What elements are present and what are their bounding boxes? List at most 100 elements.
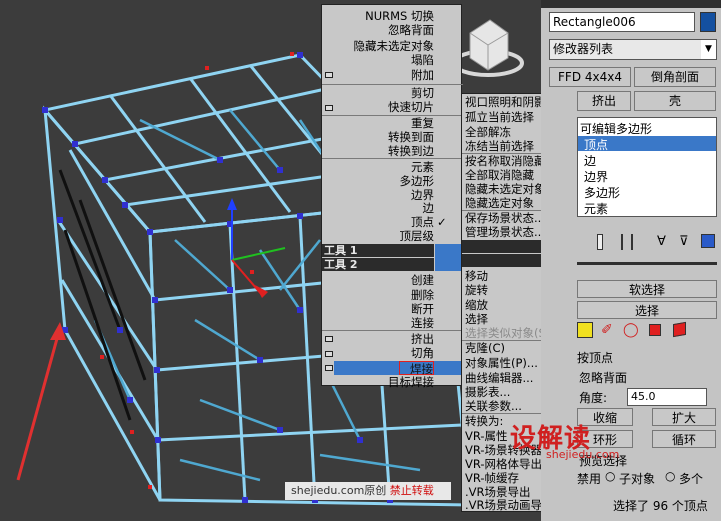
menu-item-element[interactable]: 元素 xyxy=(322,160,434,174)
menu-item-vertex[interactable]: 顶点 xyxy=(322,215,434,229)
menu-item-clone[interactable]: 克隆(C) xyxy=(465,341,505,355)
stack-toolbar: ∀ ⊽ xyxy=(577,232,717,254)
stack-item-vertex-selected[interactable]: 顶点 xyxy=(578,136,716,152)
element-mode-icon[interactable] xyxy=(673,321,686,338)
menu-item-target-weld[interactable]: 目标焊接 xyxy=(322,375,434,389)
chevron-down-icon[interactable]: ▼ xyxy=(701,40,716,59)
menu-item-convert-to-edge[interactable]: 转换到边 xyxy=(322,144,434,158)
menu-item-vr-frame-buffer[interactable]: VR-帧缓存 xyxy=(465,471,519,485)
modifier-chamfer-profile-button[interactable]: 倒角剖面 xyxy=(634,67,716,87)
menu-item-curve-editor[interactable]: 曲线编辑器... xyxy=(465,371,533,385)
menu-item-convert-to-face[interactable]: 转换到面 xyxy=(322,130,434,144)
menu-item-create[interactable]: 创建 xyxy=(322,273,434,287)
angle-spinner[interactable]: 45.0 xyxy=(627,388,707,406)
polygon-mode-icon[interactable] xyxy=(649,324,661,336)
menu-separator xyxy=(322,84,463,85)
menu-item-chamfer[interactable]: 切角 xyxy=(322,346,434,360)
menu-item-convert-to[interactable]: 转换为: xyxy=(465,414,503,428)
preview-subobject-radio[interactable]: 子对象 xyxy=(619,470,655,487)
menu-item-collapse[interactable]: 塌陷 xyxy=(322,53,434,67)
stack-item-border[interactable]: 边界 xyxy=(584,168,608,185)
menu-item-vr-mesh-export[interactable]: VR-网格体导出 xyxy=(465,457,542,471)
modifier-shell-button[interactable]: 壳 xyxy=(634,91,716,111)
menu-item-isolate-selection[interactable]: 孤立当前选择 xyxy=(465,110,534,124)
menu-separator xyxy=(322,158,463,159)
modifier-extrude-button[interactable]: 挤出 xyxy=(577,91,631,111)
menu-item-weld[interactable]: 焊接 xyxy=(399,361,434,376)
stack-item-polygon[interactable]: 多边形 xyxy=(584,184,620,201)
object-name-field[interactable]: Rectangle006 xyxy=(549,12,695,32)
object-color-swatch[interactable] xyxy=(700,12,716,32)
transform-gizmo xyxy=(227,198,286,298)
menu-item-quickslice[interactable]: 快速切片 xyxy=(322,100,434,114)
remove-modifier-icon[interactable]: ⊽ xyxy=(679,234,689,249)
menu-item-object-properties[interactable]: 对象属性(P)... xyxy=(465,356,538,370)
menu-item-select[interactable]: 选择 xyxy=(465,312,488,326)
stack-item-editable-poly[interactable]: 可编辑多边形 xyxy=(580,120,652,137)
menu-item-scale[interactable]: 缩放 xyxy=(465,298,488,312)
border-mode-icon[interactable]: ◯ xyxy=(623,322,639,338)
radio-icon[interactable]: ○ xyxy=(665,469,675,483)
footer-site: shejiedu.com原创 xyxy=(291,484,387,497)
menu-item-cut[interactable]: 剪切 xyxy=(322,86,434,100)
by-vertex-label[interactable]: 按顶点 xyxy=(577,349,613,366)
menu-item-polygon[interactable]: 多边形 xyxy=(322,174,435,188)
grow-button[interactable]: 扩大 xyxy=(652,408,716,426)
menu-item-vr-scene-export[interactable]: .VR场景导出 xyxy=(465,485,531,499)
menu-item-hide-unselected-objects[interactable]: 隐藏未选定对象 xyxy=(465,182,546,196)
menu-item-save-scene-state[interactable]: 保存场景状态... xyxy=(465,211,545,225)
menu-item-wire-parameters[interactable]: 关联参数... xyxy=(465,399,522,413)
preview-multi-radio[interactable]: 多个 xyxy=(679,470,703,487)
modifier-ffd-button[interactable]: FFD 4x4x4 xyxy=(549,67,631,87)
menu-item-top-level[interactable]: 顶层级 xyxy=(322,229,435,243)
quad-menu-left: NURMS 切换 忽略背面 隐藏未选定对象 塌陷 附加 剪切 快速切片 重复 转… xyxy=(321,4,463,389)
selection-rollout[interactable]: 选择 xyxy=(577,301,717,319)
menu-item-break[interactable]: 断开 xyxy=(322,302,434,316)
menu-item-dope-sheet[interactable]: 摄影表... xyxy=(465,385,510,399)
rollout-divider xyxy=(577,262,717,265)
menu-item-move[interactable]: 移动 xyxy=(465,269,488,283)
menu-item-hide-unselected[interactable]: 隐藏未选定对象 xyxy=(322,39,435,53)
quad-center-block xyxy=(435,244,463,271)
configure-sets-icon[interactable] xyxy=(701,234,715,248)
menu-item-ignore-backface[interactable]: 忽略背面 xyxy=(322,23,434,37)
menu-item-connect[interactable]: 连接 xyxy=(322,316,434,330)
menu-item-unfreeze-all[interactable]: 全部解冻 xyxy=(465,125,511,139)
menu-item-viewport-lighting[interactable]: 视口照明和阴影 xyxy=(465,95,546,109)
angle-label: 角度: xyxy=(579,391,608,405)
source-footer: shejiedu.com原创 禁止转载 xyxy=(285,482,451,500)
settings-box-icon[interactable] xyxy=(325,365,333,371)
pin-stack-icon[interactable] xyxy=(597,234,603,250)
menu-item-border[interactable]: 边界 xyxy=(322,188,434,202)
stack-item-element[interactable]: 元素 xyxy=(584,200,608,217)
menu-item-repeat[interactable]: 重复 xyxy=(322,116,434,130)
menu-item-rotate[interactable]: 旋转 xyxy=(465,283,488,297)
checkmark-icon: ✓ xyxy=(437,215,447,229)
menu-separator xyxy=(322,330,463,331)
preview-disabled-radio[interactable]: 禁用 xyxy=(577,470,601,487)
stack-item-edge[interactable]: 边 xyxy=(584,152,596,169)
ignore-backface-label[interactable]: 忽略背面 xyxy=(579,369,627,386)
menu-item-remove[interactable]: 删除 xyxy=(322,288,434,302)
menu-item-freeze-selection[interactable]: 冻结当前选择 xyxy=(465,139,534,153)
viewcube xyxy=(452,19,524,77)
modifier-list-dropdown[interactable]: 修改器列表 xyxy=(549,39,717,60)
loop-button[interactable]: 循环 xyxy=(652,430,716,448)
soft-selection-rollout[interactable]: 软选择 xyxy=(577,280,717,298)
menu-item-attach[interactable]: 附加 xyxy=(322,68,434,82)
edge-mode-icon[interactable]: ✐ xyxy=(601,322,613,338)
show-end-result-icon[interactable] xyxy=(621,234,633,250)
panel-tabs-bar xyxy=(541,0,721,8)
radio-icon[interactable]: ○ xyxy=(605,469,615,483)
menu-item-nurms-toggle[interactable]: NURMS 切换 xyxy=(322,9,434,23)
selection-status-text: 选择了 96 个顶点 xyxy=(613,499,708,513)
menu-item-edge[interactable]: 边 xyxy=(322,201,435,215)
menu-item-manage-scene-states[interactable]: 管理场景状态... xyxy=(465,225,545,239)
menu-item-vr-properties[interactable]: VR-属性 xyxy=(465,429,508,443)
menu-item-hide-selection[interactable]: 隐藏选定对象 xyxy=(465,196,534,210)
menu-item-unhide-all[interactable]: 全部取消隐藏 xyxy=(465,168,534,182)
menu-item-unhide-by-name[interactable]: 按名称取消隐藏 xyxy=(465,154,546,168)
menu-item-extrude[interactable]: 挤出 xyxy=(322,332,434,346)
vertex-mode-icon[interactable] xyxy=(577,322,593,338)
make-unique-icon[interactable]: ∀ xyxy=(657,234,666,249)
